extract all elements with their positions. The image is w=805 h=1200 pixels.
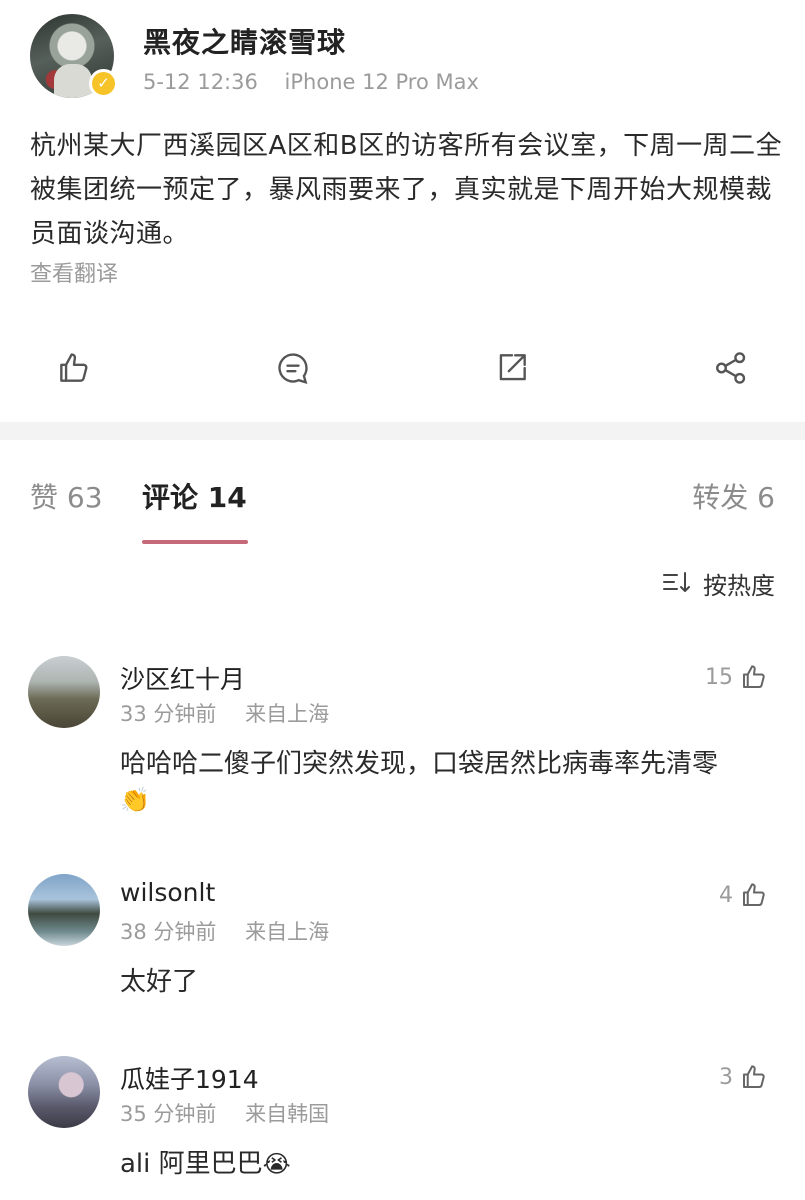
comment-time: 33 分钟前 <box>120 702 217 726</box>
comment-meta: 35 分钟前 来自韩国 <box>120 1098 329 1128</box>
comment-like-count: 3 <box>719 1064 733 1090</box>
comment-time: 35 分钟前 <box>120 1102 217 1126</box>
repost-icon <box>499 354 526 381</box>
clapping-hands-icon: 👏 <box>120 786 150 814</box>
comment-item: wilsonlt 38 分钟前 来自上海 太好了 4 <box>0 874 805 1014</box>
post-meta: 5-12 12:36 iPhone 12 Pro Max <box>143 70 479 94</box>
comment-text: 哈哈哈二傻子们突然发现，口袋居然比病毒率先清零 👏 <box>120 746 780 818</box>
like-button[interactable] <box>52 346 96 390</box>
sort-toggle[interactable]: 按热度 <box>661 566 775 601</box>
commenter-name[interactable]: wilsonlt <box>120 878 215 907</box>
comment-icon <box>278 353 308 384</box>
comment-meta: 38 分钟前 来自上海 <box>120 916 329 946</box>
comment-like-button[interactable]: 3 <box>719 1062 769 1092</box>
comment-text-body: ali 阿里巴巴 <box>120 1149 263 1179</box>
author-name[interactable]: 黑夜之睛滚雪球 <box>143 21 346 61</box>
active-tab-indicator <box>142 540 248 544</box>
post-time: 5-12 12:36 <box>143 70 258 94</box>
post-card: ✓ 黑夜之睛滚雪球 5-12 12:36 iPhone 12 Pro Max 杭… <box>0 0 805 422</box>
comment-text-body: 哈哈哈二傻子们突然发现，口袋居然比病毒率先清零 <box>120 749 719 779</box>
comment-location: 来自韩国 <box>245 1102 330 1126</box>
commenter-avatar[interactable] <box>28 656 100 728</box>
post-action-bar <box>0 340 805 396</box>
commenter-avatar[interactable] <box>28 874 100 946</box>
comment-text: ali 阿里巴巴😭 <box>120 1146 780 1182</box>
repost-button[interactable] <box>490 346 534 390</box>
interaction-tabs: 赞 63 评论 14 转发 6 <box>0 440 805 550</box>
commenter-name[interactable]: 沙区红十月 <box>120 660 245 696</box>
post-device: iPhone 12 Pro Max <box>284 70 479 94</box>
sort-label: 按热度 <box>703 572 775 600</box>
crying-face-icon: 😭 <box>262 1150 291 1178</box>
section-divider <box>0 422 805 440</box>
comment-meta: 33 分钟前 来自上海 <box>120 698 329 728</box>
thumbs-up-icon <box>743 1065 765 1088</box>
tab-likes[interactable]: 赞 63 <box>30 476 103 516</box>
comment-like-count: 15 <box>705 664 733 690</box>
comment-like-button[interactable]: 15 <box>705 662 769 692</box>
share-button[interactable] <box>709 346 753 390</box>
post-text: 杭州某大厂西溪园区A区和B区的访客所有会议室，下周一周二全被集团统一预定了，暴风… <box>30 131 783 249</box>
commenter-avatar[interactable] <box>28 1056 100 1128</box>
thumbs-up-icon <box>743 665 765 688</box>
comment-like-button[interactable]: 4 <box>719 880 769 910</box>
share-icon <box>716 352 746 384</box>
thumbs-up-icon <box>60 353 88 382</box>
commenter-name[interactable]: 瓜娃子1914 <box>120 1060 259 1096</box>
comment-item: 沙区红十月 33 分钟前 来自上海 哈哈哈二傻子们突然发现，口袋居然比病毒率先清… <box>0 656 805 826</box>
tab-reposts[interactable]: 转发 6 <box>692 476 775 516</box>
comment-like-count: 4 <box>719 882 733 908</box>
verified-badge-icon: ✓ <box>89 69 118 98</box>
comment-item: 瓜娃子1914 35 分钟前 来自韩国 ali 阿里巴巴😭 3 <box>0 1056 805 1196</box>
comment-button[interactable] <box>271 346 315 390</box>
sort-icon <box>661 569 693 599</box>
thumbs-up-icon <box>743 883 765 906</box>
comment-time: 38 分钟前 <box>120 920 217 944</box>
comment-location: 来自上海 <box>245 920 330 944</box>
comment-text: 太好了 <box>120 967 199 997</box>
comment-location: 来自上海 <box>245 702 330 726</box>
tab-comments[interactable]: 评论 14 <box>142 476 247 516</box>
translate-link[interactable]: 查看翻译 <box>30 256 118 288</box>
